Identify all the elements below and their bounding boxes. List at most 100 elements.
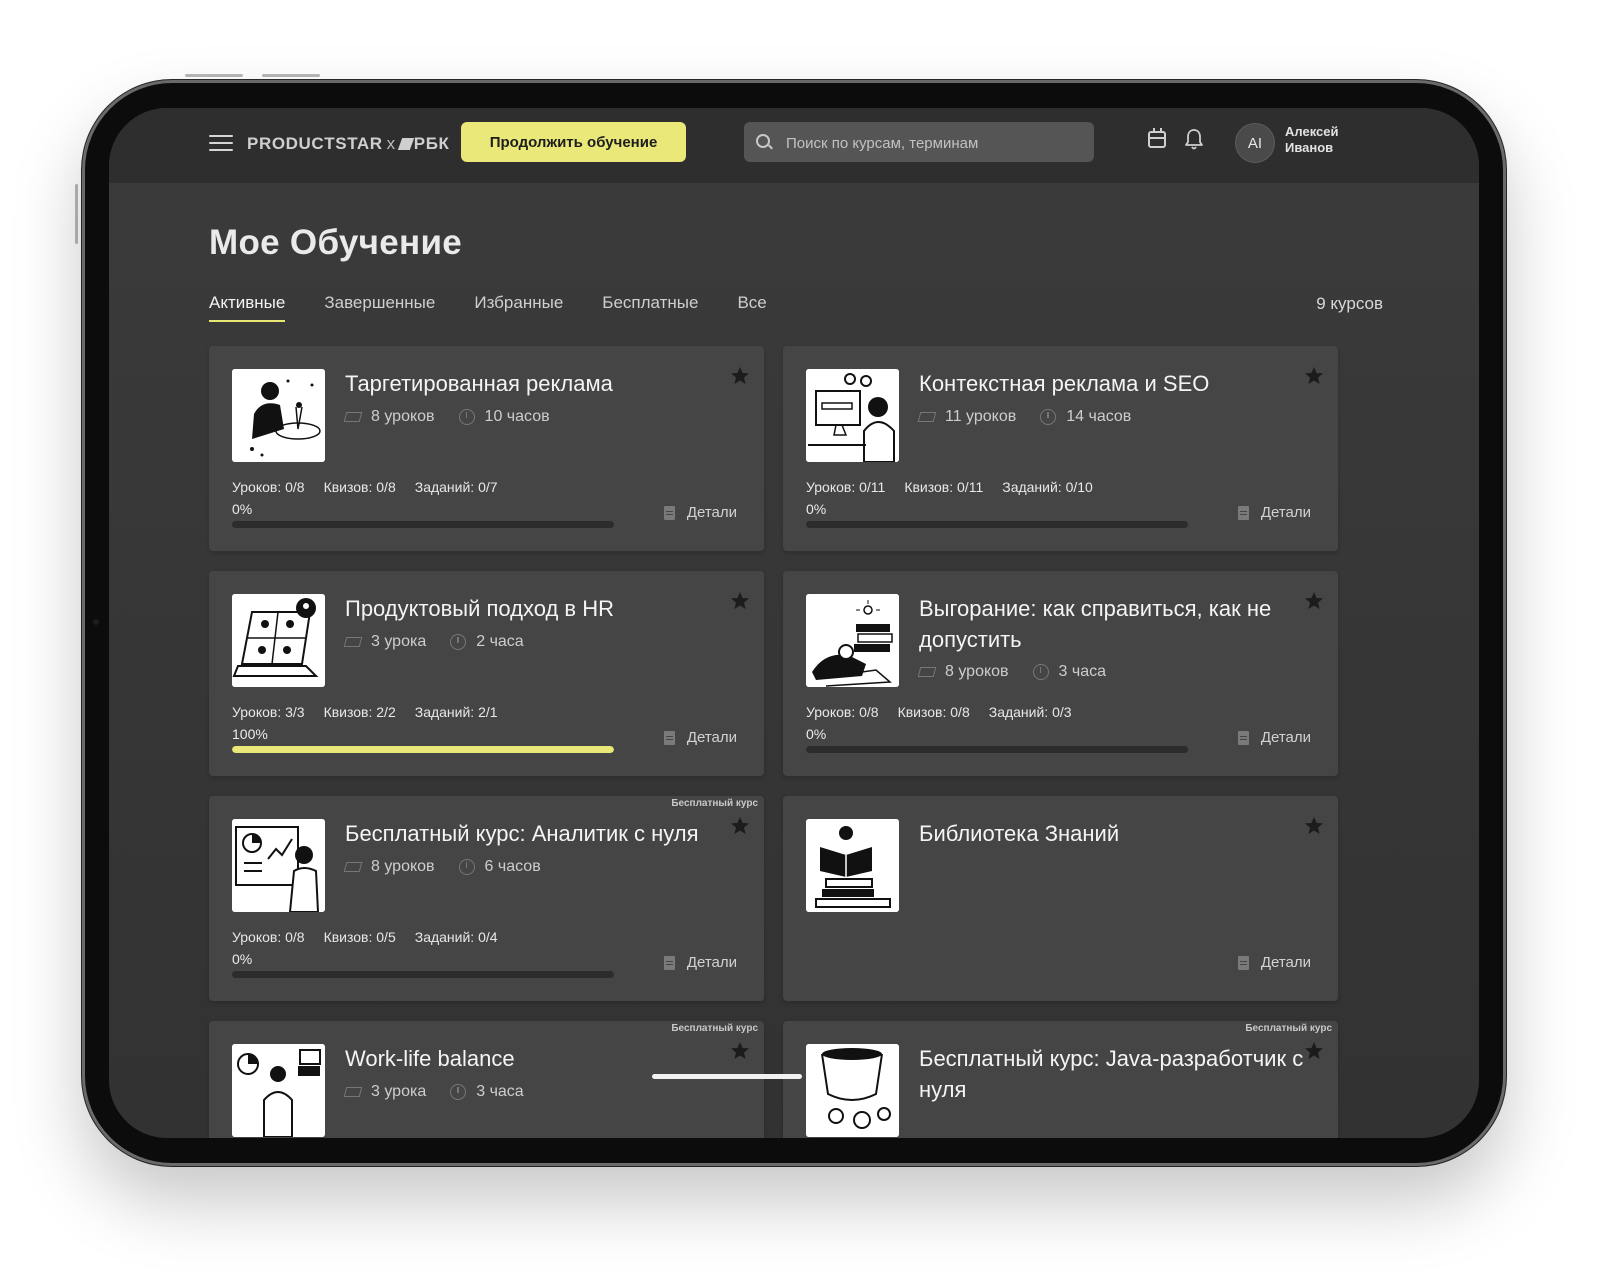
course-title[interactable]: Work-life balance <box>345 1043 718 1074</box>
star-icon[interactable] <box>1304 366 1324 386</box>
continue-learning-button[interactable]: Продолжить обучение <box>461 122 686 162</box>
details-button[interactable]: Детали <box>1237 504 1311 521</box>
lessons-count: 11 уроков <box>945 408 1017 425</box>
course-title[interactable]: Контекстная реклама и SEO <box>919 368 1292 399</box>
lessons-count: 8 уроков <box>371 408 435 425</box>
course-illustration <box>806 594 899 687</box>
logo-partner: РБК <box>413 134 450 153</box>
course-stats: Уроков: 0/11 Квизов: 0/11 Заданий: 0/10 <box>806 479 1112 495</box>
course-title[interactable]: Выгорание: как справиться, как не допуст… <box>919 593 1308 655</box>
document-icon <box>1237 730 1249 745</box>
star-icon[interactable] <box>1304 816 1324 836</box>
course-title[interactable]: Таргетированная реклама <box>345 368 718 399</box>
progress-percent: 0% <box>806 501 827 517</box>
side-button <box>75 184 78 244</box>
logo-brand: PRODUCTSTAR <box>247 134 383 153</box>
document-icon <box>1237 505 1249 520</box>
course-card[interactable]: Бесплатный курс Бесплатный курс: Аналити… <box>209 796 764 1001</box>
hours-count: 14 часов <box>1066 408 1132 425</box>
stat-quizzes: Квизов: 0/5 <box>323 929 396 945</box>
lessons-count: 3 урока <box>371 633 427 650</box>
search-icon <box>756 134 770 148</box>
progress-percent: 0% <box>232 951 253 967</box>
lessons-count: 8 уроков <box>371 858 435 875</box>
hours-count: 2 часа <box>476 633 524 650</box>
progress-percent: 0% <box>232 501 253 517</box>
course-illustration <box>806 369 899 462</box>
avatar[interactable]: AI <box>1235 123 1275 163</box>
course-title[interactable]: Бесплатный курс: Java-разработчик с нуля <box>919 1043 1308 1105</box>
stat-tasks: Заданий: 2/1 <box>414 704 498 720</box>
user-name[interactable]: Алексей Иванов <box>1285 124 1339 156</box>
course-illustration <box>232 819 325 912</box>
free-course-badge: Бесплатный курс <box>671 1023 758 1034</box>
document-icon <box>663 955 675 970</box>
tab-favorites[interactable]: Избранные <box>474 293 563 322</box>
progress-bar <box>806 521 1188 528</box>
logo[interactable]: PRODUCTSTAR x РБК <box>247 134 450 154</box>
details-label: Детали <box>686 954 737 971</box>
details-label: Детали <box>1260 729 1311 746</box>
star-icon[interactable] <box>1304 591 1324 611</box>
stat-quizzes: Квизов: 2/2 <box>323 704 396 720</box>
stat-tasks: Заданий: 0/4 <box>414 929 498 945</box>
course-card[interactable]: Таргетированная реклама 8 уроков 10 часо… <box>209 346 764 551</box>
tab-completed[interactable]: Завершенные <box>324 293 435 322</box>
course-card[interactable]: Бесплатный курс Work-life balance 3 урок… <box>209 1021 764 1138</box>
rbk-logo-icon <box>397 138 414 150</box>
details-button[interactable]: Детали <box>663 954 737 971</box>
tab-active[interactable]: Активные <box>209 293 286 322</box>
course-card[interactable]: Библиотека Знаний Детали <box>783 796 1338 1001</box>
stat-lessons: Уроков: 0/8 <box>232 929 305 945</box>
tab-all[interactable]: Все <box>737 293 766 322</box>
course-meta: 3 урока 2 часа <box>343 633 524 651</box>
course-card[interactable]: Контекстная реклама и SEO 11 уроков 14 ч… <box>783 346 1338 551</box>
tab-free[interactable]: Бесплатные <box>602 293 698 322</box>
top-button <box>185 74 243 77</box>
bell-icon[interactable] <box>1184 127 1204 151</box>
course-title[interactable]: Продуктовый подход в HR <box>345 593 718 624</box>
graduation-cap-icon <box>917 412 937 422</box>
details-label: Детали <box>686 504 737 521</box>
course-title[interactable]: Бесплатный курс: Аналитик с нуля <box>345 818 718 849</box>
document-icon <box>663 730 675 745</box>
course-stats: Уроков: 3/3 Квизов: 2/2 Заданий: 2/1 <box>232 704 517 720</box>
course-card[interactable]: Бесплатный курс Бесплатный курс: Java-ра… <box>783 1021 1338 1138</box>
progress-percent: 100% <box>232 726 268 742</box>
details-button[interactable]: Детали <box>663 504 737 521</box>
graduation-cap-icon <box>917 667 937 677</box>
course-stats: Уроков: 0/8 Квизов: 0/8 Заданий: 0/3 <box>806 704 1091 720</box>
details-button[interactable]: Детали <box>1237 954 1311 971</box>
stage: PRODUCTSTARx РБК Продолжить обучение AI А… <box>0 0 1622 1280</box>
search-box[interactable] <box>744 122 1094 164</box>
menu-icon[interactable] <box>209 135 233 153</box>
tab-bar: Активные Завершенные Избранные Бесплатны… <box>209 293 806 322</box>
star-icon[interactable] <box>1304 1041 1324 1061</box>
clock-icon <box>1040 409 1057 425</box>
lessons-count: 8 уроков <box>945 663 1009 680</box>
clock-icon <box>458 859 475 875</box>
home-indicator[interactable] <box>652 1074 802 1079</box>
graduation-cap-icon <box>343 637 363 647</box>
course-count: 9 курсов <box>1316 294 1383 313</box>
details-button[interactable]: Детали <box>1237 729 1311 746</box>
calendar-icon[interactable] <box>1148 128 1166 148</box>
free-course-badge: Бесплатный курс <box>1245 1023 1332 1034</box>
course-card[interactable]: Продуктовый подход в HR 3 урока 2 часа У… <box>209 571 764 776</box>
course-illustration <box>232 1044 325 1137</box>
star-icon[interactable] <box>730 1041 750 1061</box>
logo-x: x <box>386 134 396 153</box>
progress-bar <box>806 746 1188 753</box>
star-icon[interactable] <box>730 816 750 836</box>
course-stats: Уроков: 0/8 Квизов: 0/8 Заданий: 0/7 <box>232 479 517 495</box>
course-card[interactable]: Выгорание: как справиться, как не допуст… <box>783 571 1338 776</box>
search-input[interactable] <box>784 122 1088 164</box>
progress-percent: 0% <box>806 726 827 742</box>
course-title[interactable]: Библиотека Знаний <box>919 818 1292 849</box>
document-icon <box>1237 955 1249 970</box>
details-button[interactable]: Детали <box>663 729 737 746</box>
star-icon[interactable] <box>730 591 750 611</box>
document-icon <box>663 505 675 520</box>
stat-tasks: Заданий: 0/10 <box>1002 479 1093 495</box>
star-icon[interactable] <box>730 366 750 386</box>
